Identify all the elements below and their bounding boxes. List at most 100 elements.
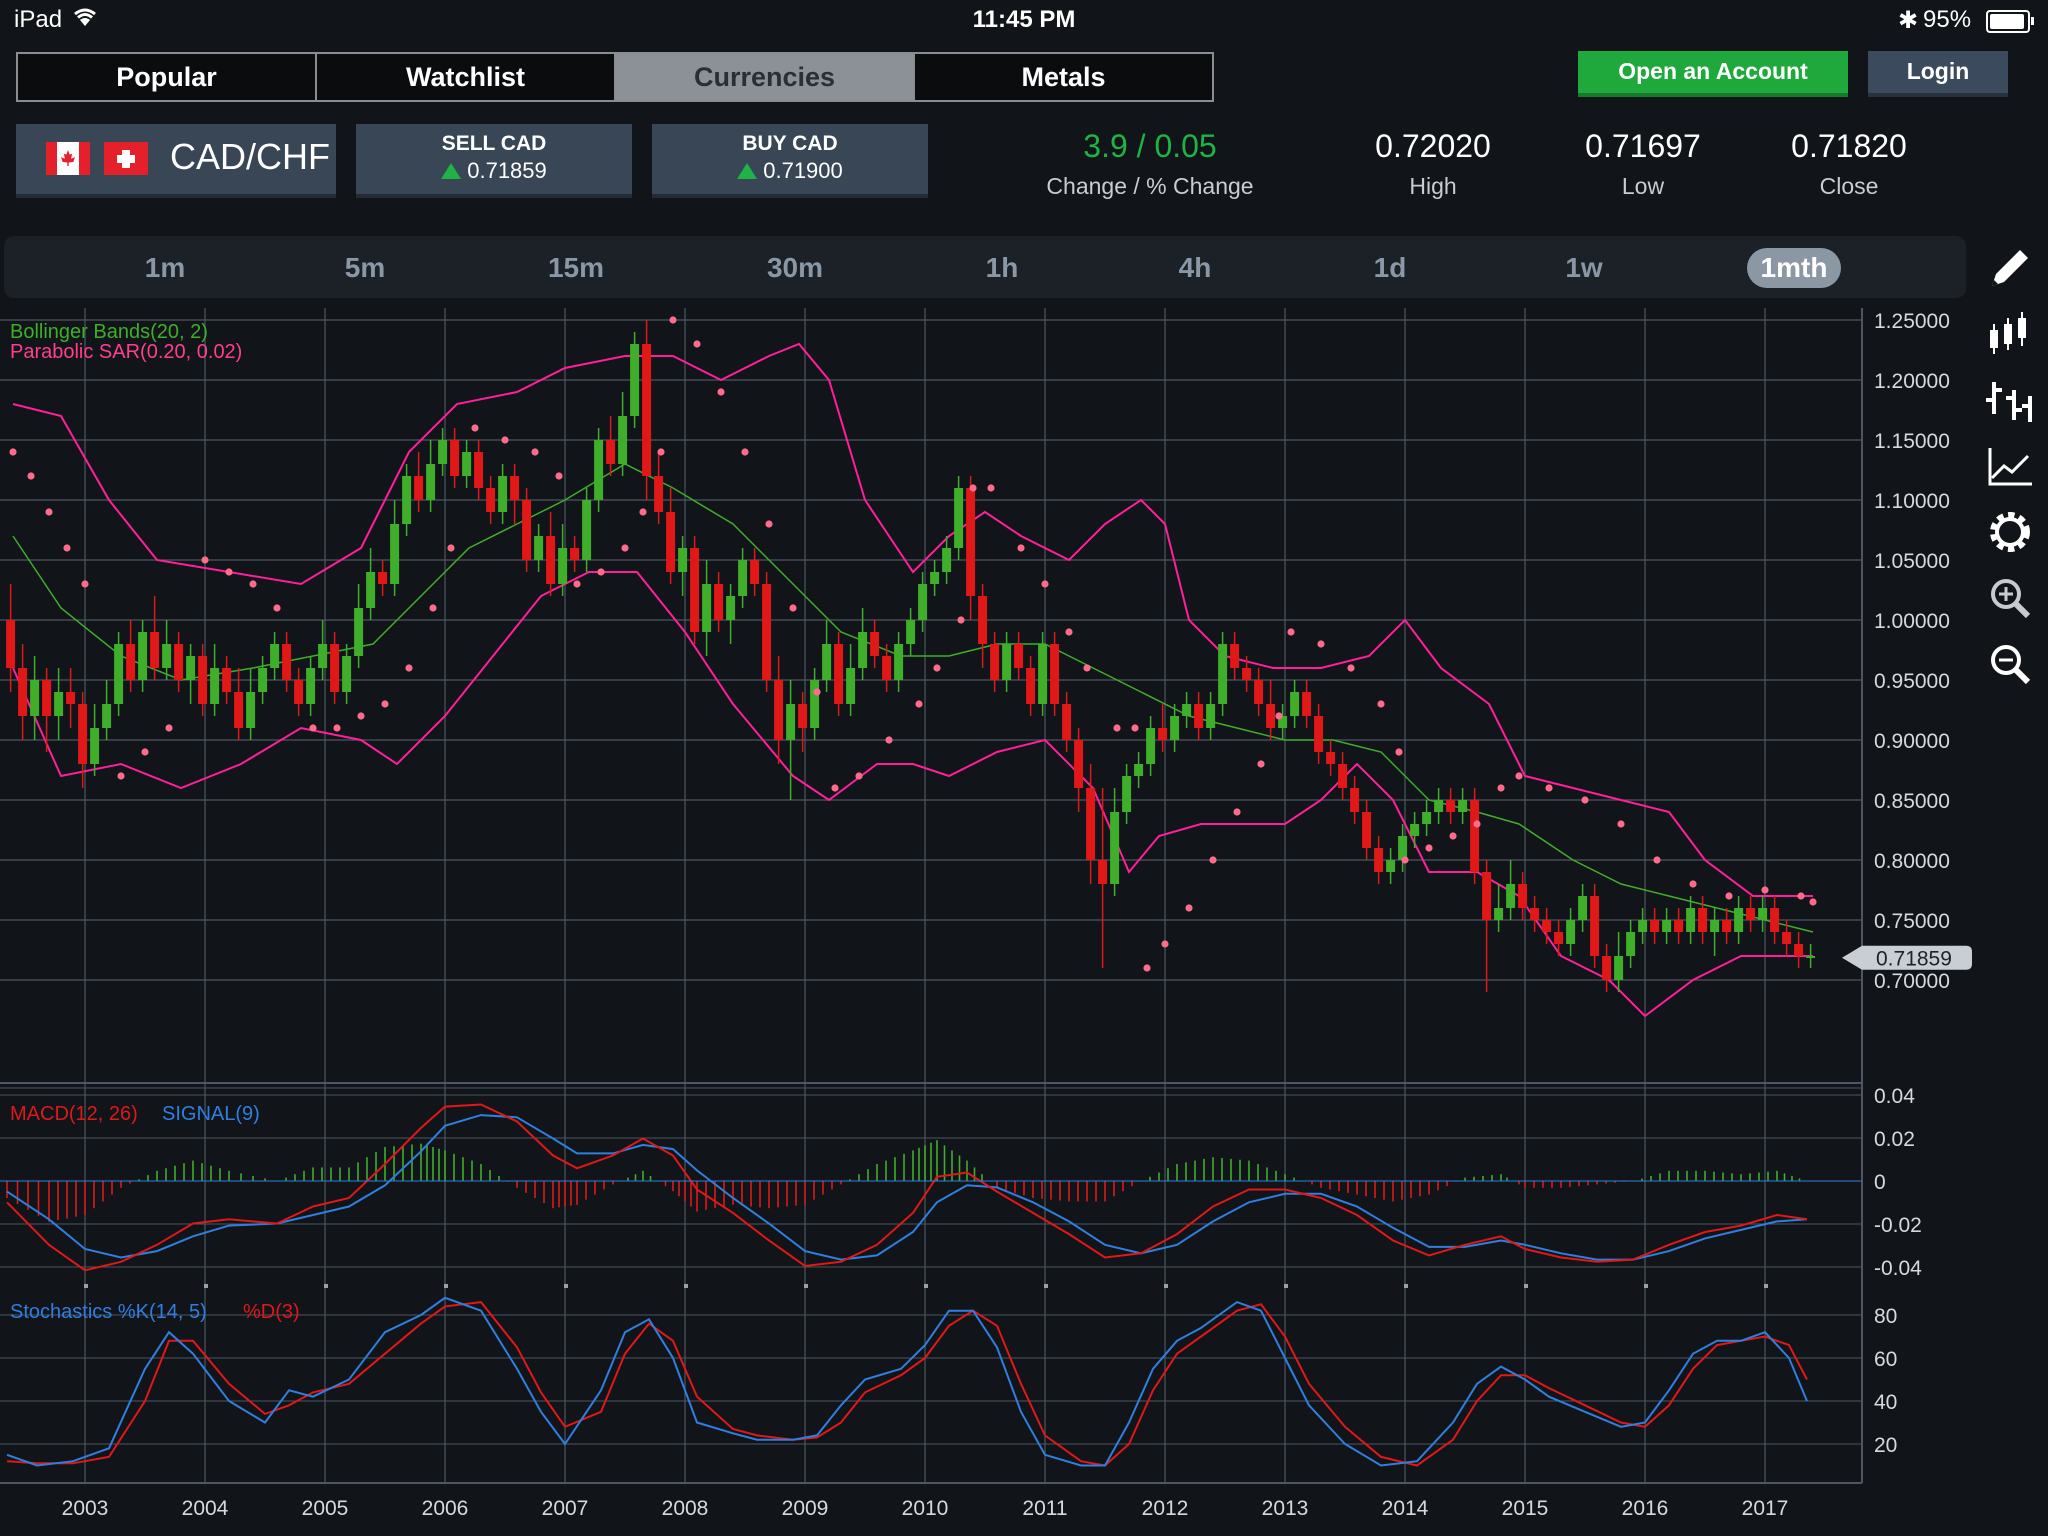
price-chart[interactable]: 1.25000 1.20000 1.15000 1.10000 1.05000 1.000… [0,308,1974,1536]
year-tick-label: 2004 [182,1497,229,1520]
bollinger-middle-line [12,463,1814,933]
sar-dot [1185,904,1193,912]
candle-body [1770,908,1780,932]
sar-dot [201,556,209,564]
timeframe-1h[interactable]: 1h [952,248,1052,288]
line-chart-icon[interactable] [1982,438,2038,494]
sar-dot [141,748,149,756]
sar-dot [1257,760,1265,768]
candle-body [1650,920,1660,932]
year-tick-label: 2015 [1502,1497,1549,1520]
sar-dot [501,436,509,444]
candle-body [822,644,832,680]
candle-body [102,704,112,728]
zoom-in-icon[interactable] [1982,570,2038,626]
candle-body [54,692,64,716]
candle-body [786,704,796,740]
sar-dot [1515,772,1523,780]
pencil-icon[interactable] [1982,240,2038,296]
battery-percent: 95% [1923,6,1972,33]
candle-body [1098,860,1108,884]
sar-dot [471,424,479,432]
sar-dot [1317,640,1325,648]
timeframe-5m[interactable]: 5m [315,248,415,288]
tab-metals[interactable]: Metals [915,54,1212,100]
login-button[interactable]: Login [1868,51,2008,97]
candle-body [858,632,868,668]
switzerland-flag-icon [104,142,148,175]
candle-body [1578,896,1588,920]
candle-body [1314,716,1324,752]
sar-dot [621,544,629,552]
change-value: 3.9 / 0.05 [1083,128,1217,164]
candle-body [1146,728,1156,764]
sar-dot [1653,856,1661,864]
settings-icon[interactable] [1982,504,2038,560]
open-account-button[interactable]: Open an Account [1578,51,1848,97]
sar-dot [717,388,725,396]
separator-dot [1404,1284,1408,1288]
candle-body [1302,692,1312,716]
timeframe-1mth[interactable]: 1mth [1747,248,1841,288]
candle-body [1326,752,1336,764]
candle-body [558,548,568,584]
candle-body [294,680,304,704]
timeframe-1m[interactable]: 1m [115,248,215,288]
candle-body [270,644,280,668]
candlestick-icon[interactable] [1982,306,2038,362]
sar-dot [1401,856,1409,864]
candle-body [546,536,556,584]
bluetooth-icon: ✱ [1898,7,1919,34]
sar-legend: Parabolic SAR(0.20, 0.02) [10,341,242,363]
tab-currencies[interactable]: Currencies [616,54,915,100]
sar-dot [1143,964,1151,972]
candle-body [162,644,172,668]
candle-body [1794,944,1804,956]
candle-body [114,644,124,704]
candle-body [1134,764,1144,776]
tab-popular[interactable]: Popular [18,54,317,100]
sar-dot [1209,856,1217,864]
candle-body [1626,932,1636,956]
candle-body [1026,668,1036,704]
candle-body [570,548,580,560]
separator-dot [1164,1284,1168,1288]
separator-dot [84,1284,88,1288]
sar-dot [1275,712,1283,720]
buy-button[interactable]: BUY CAD 0.71900 [652,124,928,198]
candle-body [1038,644,1048,704]
candle-body [402,476,412,524]
year-tick-label: 2011 [1022,1497,1067,1520]
candle-body [306,668,316,704]
candle-body [198,656,208,704]
sar-dot [333,724,341,732]
ohlc-bars-icon[interactable] [1982,372,2038,428]
macd-tick-label: -0.02 [1874,1214,1922,1237]
timeframe-15m[interactable]: 15m [526,248,626,288]
candle-body [150,632,160,668]
sar-dot [1545,784,1553,792]
candle-body [426,464,436,500]
candle-body [1590,896,1600,956]
high-stat: 0.72020 High [1358,128,1508,200]
sar-dot [831,784,839,792]
candle-body [1290,692,1300,716]
timeframe-30m[interactable]: 30m [745,248,845,288]
candle-body [702,584,712,632]
zoom-out-icon[interactable] [1982,636,2038,692]
tab-watchlist[interactable]: Watchlist [317,54,616,100]
timeframe-1d[interactable]: 1d [1340,248,1440,288]
sar-dot [669,316,677,324]
timeframe-4h[interactable]: 4h [1145,248,1245,288]
candle-body [1398,836,1408,860]
candle-body [1218,644,1228,704]
sar-dot [813,688,821,696]
candle-body [1470,800,1480,872]
candle-body [918,584,928,620]
candle-body [378,572,388,584]
candle-body [1482,872,1492,920]
macd-tick-label: 0 [1874,1171,1886,1194]
sell-button[interactable]: SELL CAD 0.71859 [356,124,632,198]
instrument-selector[interactable]: CAD/CHF [16,124,336,198]
timeframe-1w[interactable]: 1w [1534,248,1634,288]
